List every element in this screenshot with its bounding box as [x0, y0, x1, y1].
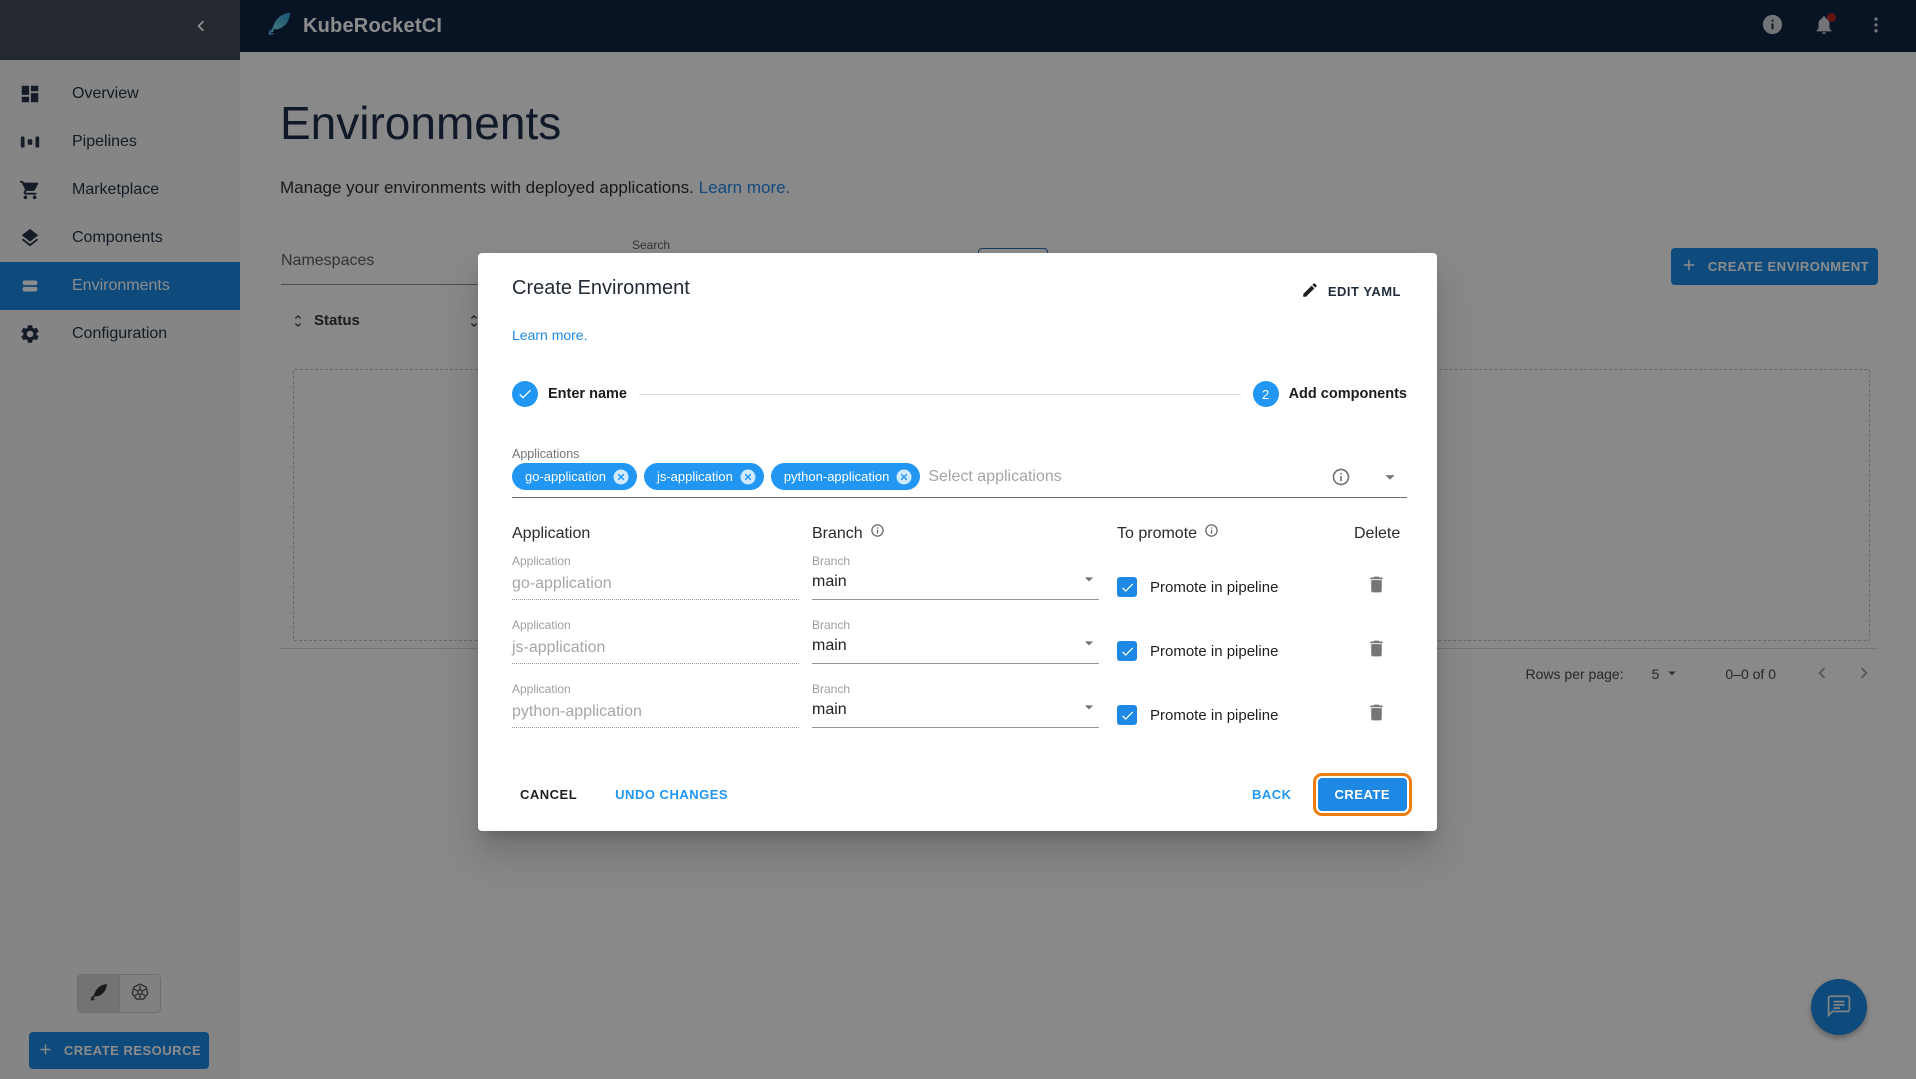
- column-header-application: Application: [512, 522, 812, 546]
- checkbox-checked-icon[interactable]: [1117, 705, 1137, 725]
- undo-changes-button[interactable]: UNDO CHANGES: [607, 779, 736, 810]
- create-environment-dialog: Create Environment EDIT YAML Learn more.…: [478, 253, 1437, 831]
- app-root: KubeRocketCI: [0, 0, 1916, 1079]
- applications-field-label: Applications: [512, 447, 1407, 461]
- dialog-header: Create Environment EDIT YAML: [512, 277, 1407, 305]
- branch-field-label: Branch: [812, 682, 1117, 696]
- application-value: go-application: [512, 575, 799, 600]
- info-icon[interactable]: [1204, 523, 1219, 538]
- chip-remove-icon[interactable]: [739, 468, 757, 486]
- promote-checkbox-row[interactable]: Promote in pipeline: [1117, 705, 1278, 725]
- branch-field-label: Branch: [812, 554, 1117, 568]
- step1-check-icon: [512, 381, 538, 407]
- table-row-promote-cell: Promote in pipeline: [1117, 674, 1354, 738]
- step2-label[interactable]: Add components: [1289, 386, 1407, 402]
- applications-multiselect[interactable]: go-application js-application python-app…: [512, 463, 1407, 498]
- step1-label[interactable]: Enter name: [548, 386, 627, 402]
- chip-js-application[interactable]: js-application: [644, 463, 764, 490]
- checkbox-checked-icon[interactable]: [1117, 641, 1137, 661]
- branch-select[interactable]: main: [812, 697, 1099, 728]
- delete-row-button[interactable]: [1362, 636, 1390, 664]
- create-button[interactable]: CREATE: [1318, 778, 1407, 811]
- branch-value: main: [812, 573, 847, 591]
- promote-label: Promote in pipeline: [1150, 579, 1278, 596]
- trash-icon: [1366, 702, 1387, 726]
- chip-remove-icon[interactable]: [895, 468, 913, 486]
- application-field-label: Application: [512, 618, 812, 632]
- column-header-label: Application: [512, 525, 590, 543]
- column-header-label: Branch: [812, 525, 863, 543]
- promote-checkbox-row[interactable]: Promote in pipeline: [1117, 577, 1278, 597]
- table-row-branch-cell: Branch main: [812, 610, 1117, 674]
- table-row-promote-cell: Promote in pipeline: [1117, 546, 1354, 610]
- cancel-button[interactable]: CANCEL: [512, 779, 585, 810]
- dropdown-caret-icon: [1079, 569, 1099, 594]
- application-field-label: Application: [512, 682, 812, 696]
- checkbox-checked-icon[interactable]: [1117, 577, 1137, 597]
- promote-label: Promote in pipeline: [1150, 643, 1278, 660]
- table-row-branch-cell: Branch main: [812, 674, 1117, 738]
- branch-select[interactable]: main: [812, 569, 1099, 600]
- table-row-application-cell: Application python-application: [512, 674, 812, 738]
- promote-label: Promote in pipeline: [1150, 707, 1278, 724]
- table-row-delete-cell: [1354, 674, 1407, 738]
- table-row-delete-cell: [1354, 610, 1407, 674]
- dialog-learn-more-link[interactable]: Learn more.: [512, 327, 587, 343]
- delete-row-button[interactable]: [1362, 700, 1390, 728]
- pencil-icon: [1301, 281, 1319, 302]
- column-header-to-promote: To promote: [1117, 522, 1354, 546]
- application-value: js-application: [512, 639, 799, 664]
- dropdown-caret-icon: [1079, 633, 1099, 658]
- chip-label: python-application: [784, 469, 890, 484]
- info-icon[interactable]: [870, 523, 885, 538]
- application-field-label: Application: [512, 554, 812, 568]
- applications-placeholder: Select applications: [928, 468, 1331, 486]
- chip-python-application[interactable]: python-application: [771, 463, 921, 490]
- table-row-application-cell: Application go-application: [512, 546, 812, 610]
- trash-icon: [1366, 638, 1387, 662]
- chip-remove-icon[interactable]: [612, 468, 630, 486]
- footer-right-actions: BACK CREATE: [1244, 778, 1407, 811]
- dropdown-caret-icon[interactable]: [1379, 466, 1401, 488]
- table-row-branch-cell: Branch main: [812, 546, 1117, 610]
- table-row-promote-cell: Promote in pipeline: [1117, 610, 1354, 674]
- column-header-delete: Delete: [1354, 522, 1407, 546]
- branch-select[interactable]: main: [812, 633, 1099, 664]
- dropdown-caret-icon: [1079, 697, 1099, 722]
- info-icon[interactable]: [1331, 467, 1351, 487]
- trash-icon: [1366, 574, 1387, 598]
- column-header-label: To promote: [1117, 525, 1197, 543]
- step2-circle: 2: [1253, 381, 1279, 407]
- branch-field-label: Branch: [812, 618, 1117, 632]
- table-row-application-cell: Application js-application: [512, 610, 812, 674]
- chip-label: js-application: [657, 469, 733, 484]
- applications-table: Application Branch To promote Delete App…: [512, 522, 1407, 738]
- application-value: python-application: [512, 703, 799, 728]
- selected-application-chips: go-application js-application python-app…: [512, 463, 920, 490]
- column-header-label: Delete: [1354, 525, 1400, 543]
- back-button[interactable]: BACK: [1244, 779, 1300, 810]
- dialog-footer: CANCEL UNDO CHANGES BACK CREATE: [512, 778, 1407, 811]
- column-header-branch: Branch: [812, 522, 1117, 546]
- branch-value: main: [812, 637, 847, 655]
- chip-go-application[interactable]: go-application: [512, 463, 637, 490]
- branch-value: main: [812, 701, 847, 719]
- promote-checkbox-row[interactable]: Promote in pipeline: [1117, 641, 1278, 661]
- stepper-connector: [639, 394, 1241, 395]
- stepper: Enter name 2 Add components: [512, 381, 1407, 407]
- chip-label: go-application: [525, 469, 606, 484]
- table-row-delete-cell: [1354, 546, 1407, 610]
- edit-yaml-label: EDIT YAML: [1328, 284, 1401, 299]
- delete-row-button[interactable]: [1362, 572, 1390, 600]
- dialog-title: Create Environment: [512, 277, 690, 300]
- edit-yaml-button[interactable]: EDIT YAML: [1295, 277, 1407, 306]
